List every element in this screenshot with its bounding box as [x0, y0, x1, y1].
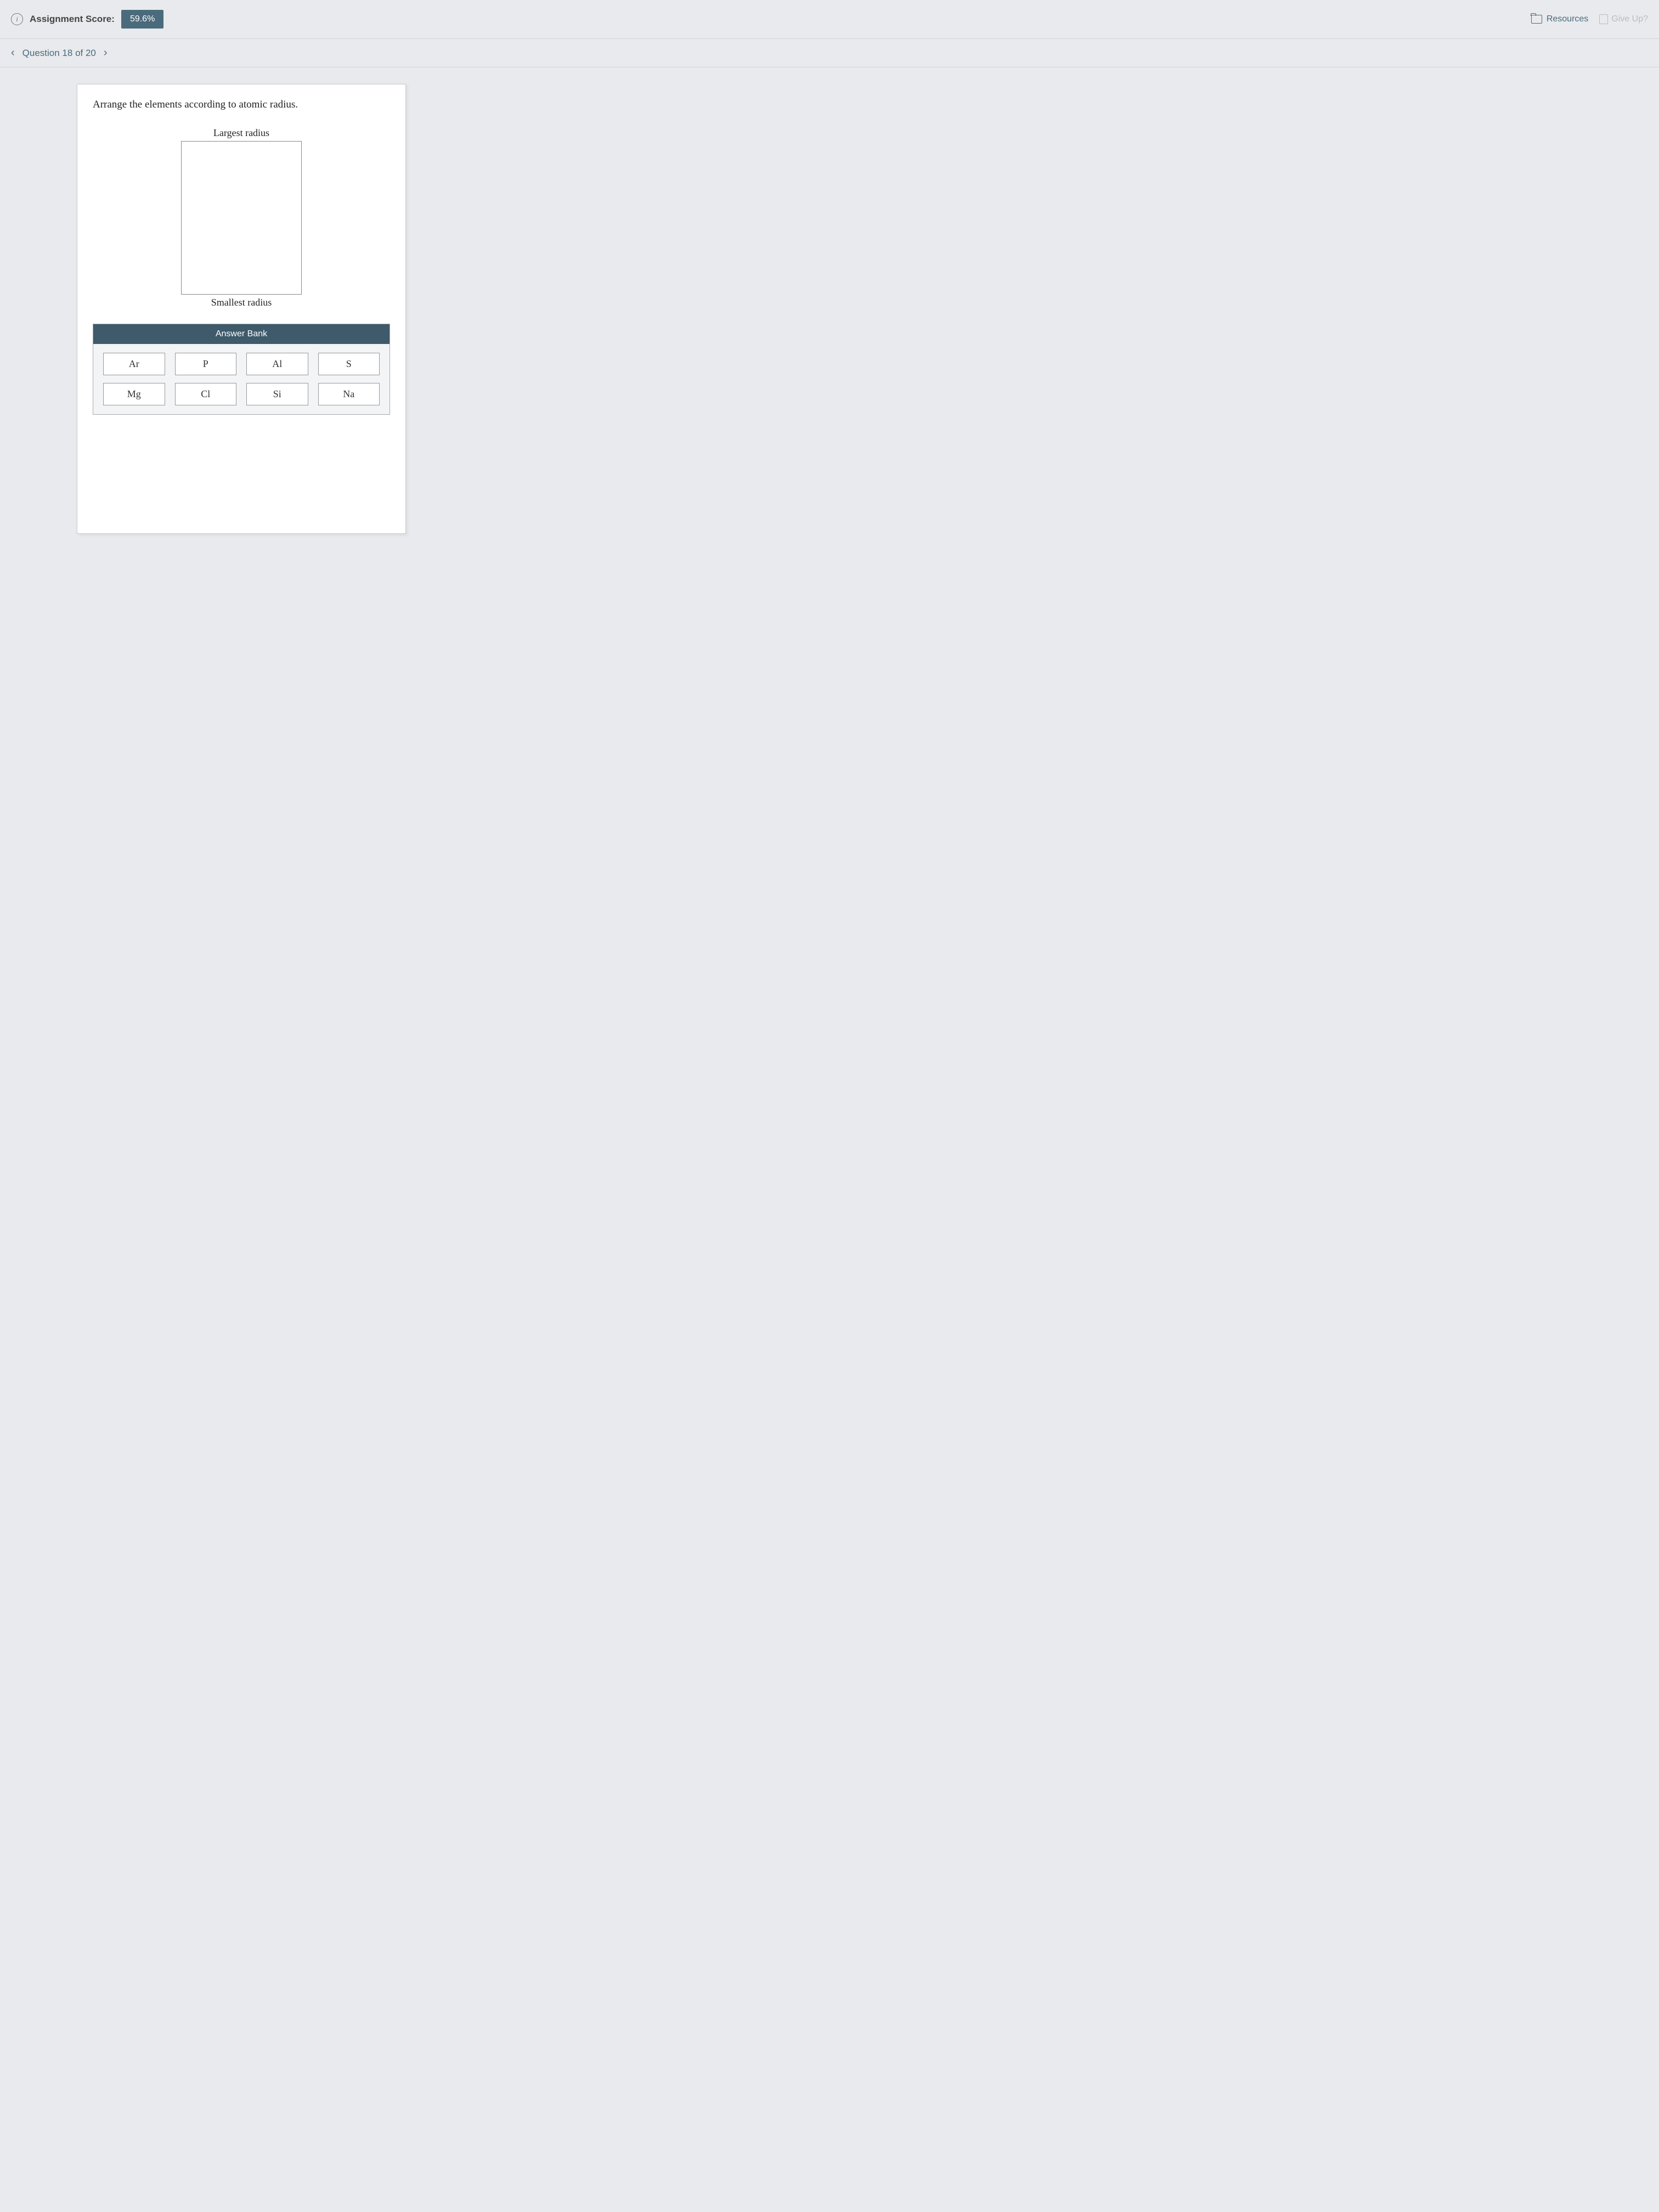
question-card: Arrange the elements according to atomic… — [77, 84, 406, 534]
answer-bank-body: Ar P Al S Mg Cl Si Na — [93, 344, 390, 414]
info-icon[interactable]: i — [11, 13, 23, 25]
flag-icon — [1599, 14, 1608, 24]
element-tile[interactable]: Al — [246, 353, 308, 375]
resources-label: Resources — [1547, 14, 1588, 24]
score-badge: 59.6% — [121, 10, 163, 29]
element-tile[interactable]: Cl — [175, 383, 237, 405]
next-question-button[interactable]: › — [104, 47, 108, 59]
answer-bank: Answer Bank Ar P Al S Mg Cl Si Na — [93, 324, 390, 415]
element-tile[interactable]: Si — [246, 383, 308, 405]
question-nav-bar: ‹ Question 18 of 20 › — [0, 39, 1659, 67]
give-up-label: Give Up? — [1611, 14, 1648, 24]
ranking-section: Largest radius Smallest radius — [93, 127, 390, 308]
folder-icon — [1531, 15, 1542, 24]
element-tile[interactable]: P — [175, 353, 237, 375]
ranking-drop-zone[interactable] — [181, 141, 302, 295]
question-prompt: Arrange the elements according to atomic… — [93, 99, 390, 111]
content-area: Arrange the elements according to atomic… — [0, 67, 1659, 567]
prev-question-button[interactable]: ‹ — [11, 47, 15, 59]
top-bar: i Assignment Score: 59.6% Resources Give… — [0, 0, 1659, 39]
resources-button[interactable]: Resources — [1531, 14, 1588, 24]
element-tile[interactable]: Na — [318, 383, 380, 405]
give-up-button: Give Up? — [1599, 14, 1648, 24]
element-tile[interactable]: S — [318, 353, 380, 375]
top-right-controls: Resources Give Up? — [1531, 14, 1648, 24]
smallest-label: Smallest radius — [211, 297, 272, 308]
question-counter: Question 18 of 20 — [22, 48, 96, 59]
element-tile[interactable]: Ar — [103, 353, 165, 375]
score-label: Assignment Score: — [30, 14, 115, 25]
element-tile[interactable]: Mg — [103, 383, 165, 405]
answer-bank-header: Answer Bank — [93, 324, 390, 344]
largest-label: Largest radius — [213, 127, 269, 139]
